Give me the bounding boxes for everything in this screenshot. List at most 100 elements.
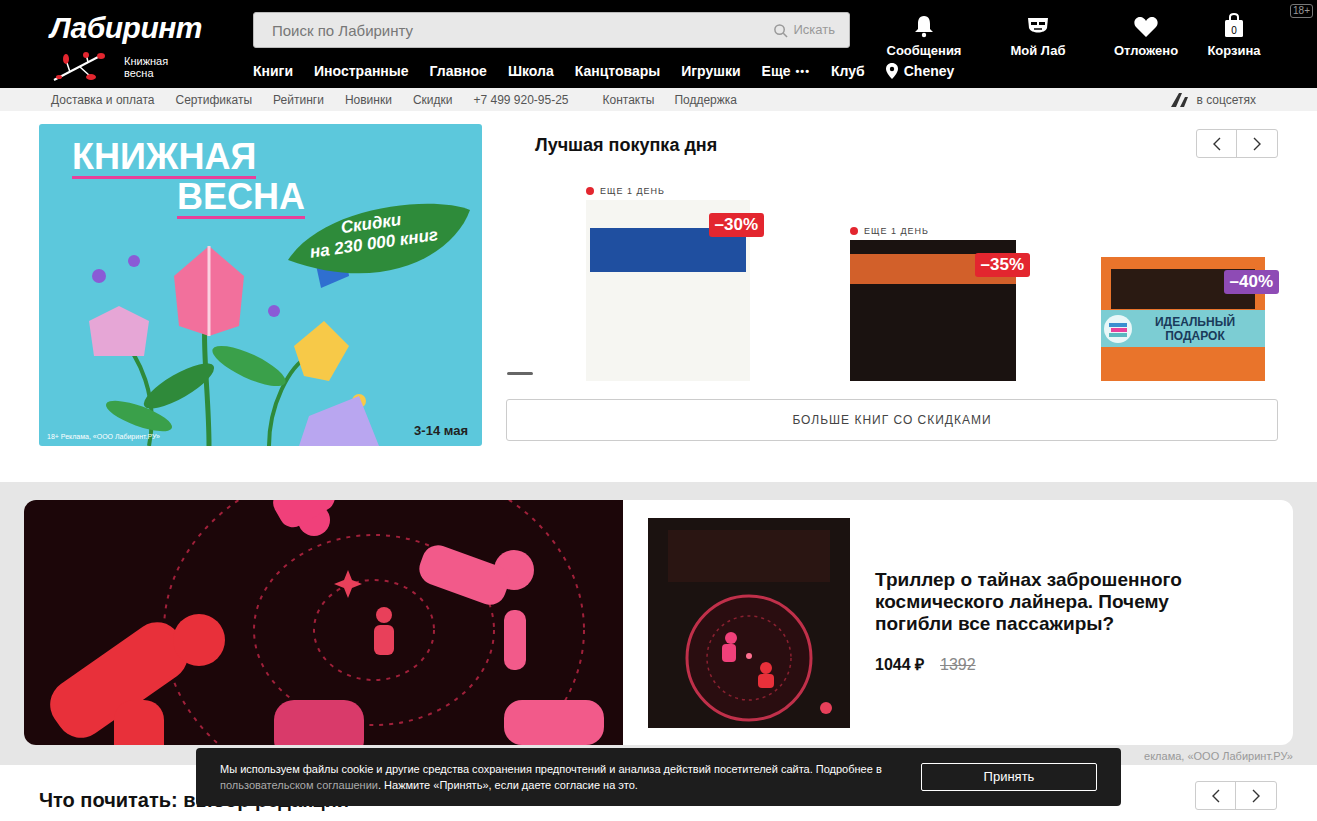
nav-item[interactable]: Клуб <box>831 61 865 82</box>
deals-header: Лучшая покупка дня <box>506 124 1278 153</box>
magnifier-icon <box>773 23 788 38</box>
feature-body: Триллер о тайнах заброшенного космическо… <box>623 500 1235 745</box>
gift-badge: ИДЕАЛЬНЫЙ ПОДАРОК <box>1101 310 1265 347</box>
phone[interactable]: +7 499 920-95-25 <box>473 91 568 109</box>
subnav-link[interactable]: Скидки <box>413 91 453 109</box>
search-input[interactable] <box>254 13 773 47</box>
header-action[interactable]: 0Корзина <box>1192 12 1276 61</box>
action-icon-wrap <box>1133 12 1159 38</box>
banner-title: КНИЖНАЯ <box>72 138 256 179</box>
deals-arrows <box>1196 129 1278 158</box>
chevron-right-icon <box>1250 788 1262 804</box>
nav-item[interactable]: Школа <box>508 61 554 82</box>
discount-badge: –30% <box>709 213 764 237</box>
next-button[interactable] <box>1236 782 1276 809</box>
social-label: в соцсетях <box>1196 91 1256 109</box>
nav-item[interactable]: Канцтовары <box>575 61 661 82</box>
header-right: ИскатьСообщенияМой ЛабОтложено0КорзинаКн… <box>253 0 1276 88</box>
header-action-label: Отложено <box>1114 41 1178 61</box>
nav-label: Клуб <box>831 61 865 82</box>
cookie-banner: Мы используем файлы cookie и другие сред… <box>196 748 1121 806</box>
action-icon-wrap <box>912 12 936 38</box>
feature-ad: еклама, «ООО Лабиринт.РУ» <box>1144 748 1293 764</box>
timer-label: ЕЩЕ 1 ДЕНЬ <box>600 186 665 196</box>
social-link[interactable]: в соцсетях <box>1170 91 1256 109</box>
nav-item[interactable]: Еще••• <box>762 61 811 82</box>
page: Лабиринт Книжная весна Искать Сообщения Мой … <box>0 0 1317 821</box>
chevron-right-icon <box>1251 136 1263 152</box>
timer-label: ЕЩЕ 1 ДЕНЬ <box>864 226 929 236</box>
promo-link[interactable]: Книжная весна <box>50 52 253 82</box>
cookie-text: Мы используем файлы cookie и другие сред… <box>220 761 910 793</box>
nav-label: Иностранные <box>314 61 409 82</box>
promo-banner[interactable]: КНИЖНАЯВЕСНАСкидкина 230 000 книг18+ Рек… <box>39 124 482 446</box>
subnav-link[interactable]: Рейтинги <box>273 91 324 109</box>
nav-item[interactable]: Главное <box>430 61 487 82</box>
action-icon-wrap: 0 <box>1222 12 1246 38</box>
deals-carousel: ЕЩЕ 1 ДЕНЬ –30% ЕЩЕ 1 ДЕНЬ –35% –40%ИДЕАЛЬНЫ… <box>506 170 1317 381</box>
subnav-link[interactable]: Новинки <box>345 91 392 109</box>
timer-dot <box>586 187 594 195</box>
nav-item[interactable]: Иностранные <box>314 61 409 82</box>
more-deals-button[interactable]: БОЛЬШЕ КНИГ СО СКИДКАМИ <box>506 399 1278 441</box>
nav-label: Школа <box>508 61 554 82</box>
nav-label: Книги <box>253 61 293 82</box>
subnav-link[interactable]: Контакты <box>603 91 655 109</box>
social-icon <box>1170 92 1190 108</box>
nav-item[interactable]: Книги <box>253 61 293 82</box>
book-cover[interactable]: –35% <box>850 240 1016 381</box>
prev-button[interactable] <box>1196 782 1236 809</box>
price: 1044 ₽ <box>875 653 924 677</box>
header-actions: Сообщения Мой Лаб Отложено 0Корзина <box>872 12 1276 61</box>
twig-icon <box>50 52 108 82</box>
book-cover[interactable]: –30% <box>586 200 750 381</box>
hero-section: КНИЖНАЯВЕСНАСкидкина 230 000 книг18+ Рек… <box>0 111 1317 446</box>
deal-item[interactable]: –40%ИДЕАЛЬНЫЙ ПОДАРОК <box>1101 257 1265 381</box>
chevron-left-icon <box>1210 788 1222 804</box>
action-icon-wrap <box>1025 12 1051 38</box>
feature-title: Триллер о тайнах заброшенного космическо… <box>875 569 1235 635</box>
subnav: Доставка и оплата Сертификаты Рейтинги Нови… <box>0 88 1317 111</box>
nav-label: Игрушки <box>681 61 740 82</box>
nav-item[interactable]: Игрушки <box>681 61 740 82</box>
header-action-label: Мой Лаб <box>1010 41 1065 61</box>
timer: ЕЩЕ 1 ДЕНЬ <box>850 226 1016 236</box>
nav-label: Канцтовары <box>575 61 661 82</box>
support-links: Контакты Поддержка <box>603 91 737 109</box>
header-action-label: Сообщения <box>887 41 962 61</box>
cart-count: 0 <box>1222 23 1246 38</box>
cookie-link[interactable]: пользовательском соглашении <box>220 779 378 791</box>
location[interactable]: Cheney <box>886 61 955 82</box>
header-action[interactable]: Сообщения <box>872 12 976 61</box>
search-button-label: Искать <box>794 20 836 40</box>
editors-arrows <box>1195 781 1277 810</box>
subnav-link[interactable]: Сертификаты <box>176 91 253 109</box>
feature-text: Триллер о тайнах заброшенного космическо… <box>875 569 1235 677</box>
header-action[interactable]: Мой Лаб <box>976 12 1100 61</box>
banner-leaf: Скидкина 230 000 книг <box>284 200 474 290</box>
deals: Лучшая покупка дняЕЩЕ 1 ДЕНЬ–30%ЕЩЕ 1 ДЕ… <box>506 124 1278 441</box>
prev-button[interactable] <box>1197 130 1237 157</box>
header-action[interactable]: Отложено <box>1100 12 1192 61</box>
subnav-links: Доставка и оплата Сертификаты Рейтинги Нови… <box>51 91 569 109</box>
header-top-row: Искать Сообщения Мой Лаб Отложено 0Корзина <box>253 0 1276 58</box>
main-nav: Книги Иностранные Главное Школа Канцтовары Иг… <box>253 58 1276 84</box>
subnav-link[interactable]: Доставка и оплата <box>51 91 155 109</box>
deal-item[interactable]: ЕЩЕ 1 ДЕНЬ –30% <box>586 186 750 381</box>
deal-item[interactable]: ЕЩЕ 1 ДЕНЬ –35% <box>850 226 1016 381</box>
feature-section: Триллер о тайнах заброшенного космическо… <box>0 482 1317 765</box>
search-button[interactable]: Искать <box>773 20 850 40</box>
pin-icon <box>886 63 898 79</box>
book-cover[interactable]: –40%ИДЕАЛЬНЫЙ ПОДАРОК <box>1101 257 1265 381</box>
banner-dates: 3-14 мая <box>414 421 468 441</box>
logo-area: Лабиринт Книжная весна <box>0 0 253 88</box>
logo[interactable]: Лабиринт <box>50 10 253 46</box>
feature-card[interactable]: Триллер о тайнах заброшенного космическо… <box>24 500 1293 745</box>
search-box[interactable]: Искать <box>253 12 850 48</box>
subnav-link[interactable]: Поддержка <box>674 91 737 109</box>
accept-button[interactable]: Принять <box>921 763 1097 791</box>
timer: ЕЩЕ 1 ДЕНЬ <box>586 186 750 196</box>
next-button[interactable] <box>1237 130 1277 157</box>
header: Лабиринт Книжная весна Искать Сообщения Мой … <box>0 0 1317 88</box>
chevron-left-icon <box>1211 136 1223 152</box>
